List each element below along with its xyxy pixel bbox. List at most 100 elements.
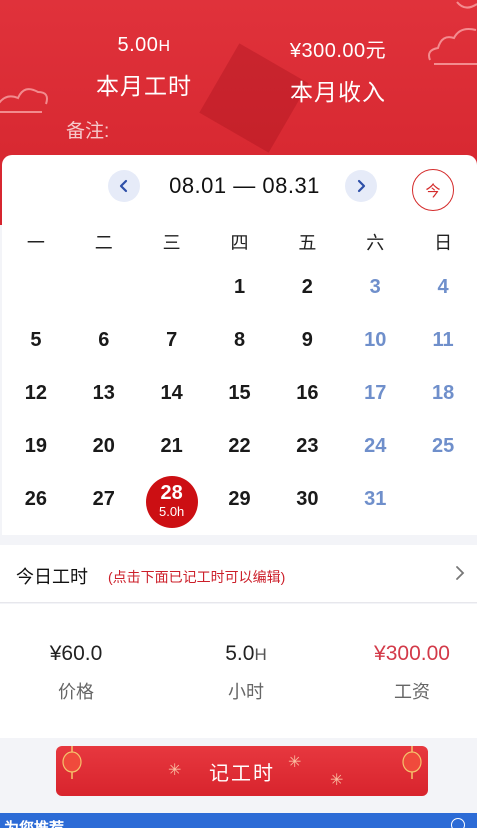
prev-month-button[interactable] xyxy=(108,170,140,202)
day-number: 14 xyxy=(160,382,183,404)
sparkle-icon: ✳ xyxy=(168,762,184,779)
month-hours-stat: 5.00H 本月工时 xyxy=(54,34,234,101)
month-income-stat: ¥300.00元 本月收入 xyxy=(248,34,428,107)
calendar-day[interactable]: 23 xyxy=(273,420,341,473)
calendar-day[interactable]: 2 xyxy=(273,261,341,314)
day-number: 17 xyxy=(364,382,387,404)
calendar-day[interactable]: 7 xyxy=(138,314,206,367)
day-number: 26 xyxy=(24,488,48,510)
lantern-icon xyxy=(402,746,422,779)
calendar-day[interactable]: 25 xyxy=(409,420,477,473)
day-number: 18 xyxy=(431,382,455,404)
record-hours-button[interactable]: ✳ ✳ ✳ 记工时 xyxy=(56,746,428,796)
day-number: 13 xyxy=(92,382,115,404)
calendar-day[interactable]: 27 xyxy=(70,473,138,526)
calendar-day[interactable]: 18 xyxy=(409,367,477,420)
recommend-title: 为您推荐 xyxy=(4,817,64,828)
month-income-label: 本月收入 xyxy=(290,79,386,105)
calendar-day[interactable]: 19 xyxy=(2,420,70,473)
day-hours: 5.0h xyxy=(158,504,185,519)
chevron-left-icon xyxy=(119,179,128,193)
weekday-label: 六 xyxy=(366,233,385,253)
calendar-day[interactable]: 17 xyxy=(341,367,409,420)
calendar-day-selected[interactable]: 28 5.0h xyxy=(138,473,206,528)
recommend-bar[interactable]: 为您推荐 xyxy=(0,813,477,828)
calendar-day[interactable]: 14 xyxy=(138,367,206,420)
calendar-day[interactable]: 22 xyxy=(206,420,274,473)
day-number: 21 xyxy=(160,435,183,457)
calendar-day-empty xyxy=(70,261,138,314)
lantern-icon xyxy=(62,746,82,779)
record-hours-label: 记工时 xyxy=(209,762,275,785)
calendar-day[interactable]: 31 xyxy=(341,473,409,526)
calendar-day[interactable]: 5 xyxy=(2,314,70,367)
day-number: 19 xyxy=(24,435,48,457)
weekday-label: 五 xyxy=(298,233,317,253)
chevron-right-icon xyxy=(456,566,465,580)
today-hours-hint: (点击下面已记工时可以编辑) xyxy=(108,569,286,585)
weekday-label: 日 xyxy=(434,233,453,253)
calendar-day[interactable]: 12 xyxy=(2,367,70,420)
selected-day-marker: 28 5.0h xyxy=(145,476,198,528)
weekday-label: 三 xyxy=(162,233,181,253)
month-income-value: ¥300.00元 xyxy=(289,40,387,62)
calendar-week: 12 13 14 15 16 17 18 xyxy=(2,367,477,420)
calendar-week: 5 6 7 8 9 10 11 xyxy=(2,314,477,367)
calendar-day[interactable]: 10 xyxy=(341,314,409,367)
today-summary: ¥60.0 价格 5.0H 小时 ¥300.00 工资 xyxy=(0,604,477,738)
calendar-day[interactable]: 13 xyxy=(70,367,138,420)
calendar-day-empty xyxy=(138,261,206,314)
calendar-day[interactable]: 15 xyxy=(206,367,274,420)
day-number: 30 xyxy=(296,488,319,510)
price-summary: ¥60.0 价格 xyxy=(0,642,156,704)
calendar-day[interactable]: 9 xyxy=(273,314,341,367)
day-number: 6 xyxy=(98,329,110,351)
day-number: 22 xyxy=(228,435,251,457)
month-hours-label: 本月工时 xyxy=(96,73,192,99)
calendar-day[interactable]: 4 xyxy=(409,261,477,314)
day-number: 10 xyxy=(364,329,387,351)
calendar-day[interactable]: 21 xyxy=(138,420,206,473)
wage-summary: ¥300.00 工资 xyxy=(332,642,477,704)
calendar-day[interactable]: 16 xyxy=(273,367,341,420)
cloud-decor-right xyxy=(428,28,477,65)
today-hours-row[interactable]: 今日工时 (点击下面已记工时可以编辑) xyxy=(0,545,477,603)
date-range: 08.01 — 08.31 xyxy=(169,173,320,198)
calendar-day[interactable]: 3 xyxy=(341,261,409,314)
remark-label[interactable]: 备注: xyxy=(66,116,109,143)
calendar-day[interactable]: 6 xyxy=(70,314,138,367)
day-number: 29 xyxy=(228,488,251,510)
calendar-week: 1 2 3 4 xyxy=(2,261,477,314)
wage-label: 工资 xyxy=(394,682,430,702)
next-month-button[interactable] xyxy=(345,170,377,202)
day-number: 25 xyxy=(431,435,455,457)
month-hours-value: 5.00H xyxy=(117,34,171,56)
day-number: 31 xyxy=(364,488,387,510)
calendar-day[interactable]: 29 xyxy=(206,473,274,526)
weekday-label: 二 xyxy=(94,233,113,253)
calendar-day[interactable]: 30 xyxy=(273,473,341,526)
info-icon xyxy=(451,818,465,828)
calendar-day[interactable]: 26 xyxy=(2,473,70,526)
calendar-day[interactable]: 1 xyxy=(206,261,274,314)
today-button[interactable]: 今 xyxy=(412,169,454,211)
calendar-card: 08.01 — 08.31 今 一 二 三 四 五 六 日 1 2 3 4 5 … xyxy=(2,155,477,535)
hours-summary: 5.0H 小时 xyxy=(166,642,326,704)
day-number: 12 xyxy=(24,382,48,404)
day-number: 20 xyxy=(92,435,115,457)
today-hours-title: 今日工时 xyxy=(16,567,88,587)
day-number: 16 xyxy=(296,382,319,404)
day-number: 2 xyxy=(301,276,313,298)
calendar-day[interactable]: 24 xyxy=(341,420,409,473)
calendar-week: 19 20 21 22 23 24 25 xyxy=(2,420,477,473)
calendar-week: 26 27 28 5.0h 29 30 31 xyxy=(2,473,477,528)
calendar-day[interactable]: 20 xyxy=(70,420,138,473)
hours-value: 5.0H xyxy=(225,642,267,665)
calendar-day[interactable]: 8 xyxy=(206,314,274,367)
chevron-right-icon xyxy=(357,179,366,193)
sparkle-icon: ✳ xyxy=(330,772,346,789)
weekday-header: 一 二 三 四 五 六 日 xyxy=(2,225,477,261)
calendar-day[interactable]: 11 xyxy=(409,314,477,367)
day-number: 7 xyxy=(166,329,178,351)
day-number: 8 xyxy=(233,329,246,351)
